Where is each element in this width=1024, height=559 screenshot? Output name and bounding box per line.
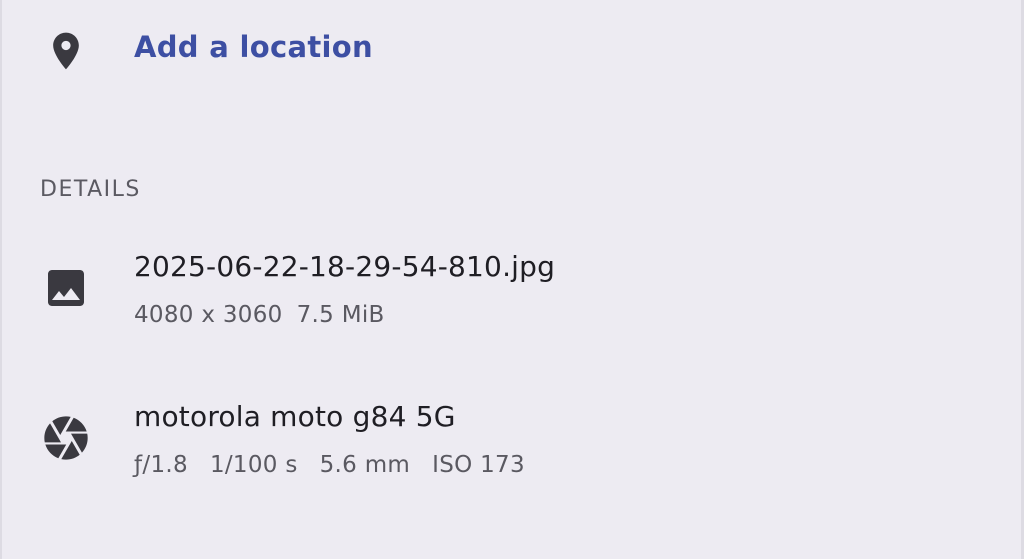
location-pin-icon [44, 26, 88, 76]
details-section-header: DETAILS [40, 177, 141, 202]
add-location-row[interactable]: Add a location [0, 0, 1024, 100]
add-location-link[interactable]: Add a location [134, 30, 373, 64]
file-size: 7.5 MiB [296, 302, 385, 328]
file-name: 2025-06-22-18-29-54-810.jpg [134, 250, 556, 283]
camera-model: motorola moto g84 5G [134, 400, 456, 433]
aperture-value: ƒ/1.8 [134, 452, 188, 478]
camera-exif: ƒ/1.8 1/100 s 5.6 mm ISO 173 [134, 452, 547, 478]
file-resolution: 4080 x 3060 [134, 302, 283, 328]
iso-value: ISO 173 [432, 452, 525, 478]
camera-details-row: motorola moto g84 5G ƒ/1.8 1/100 s 5.6 mm I… [0, 390, 1024, 510]
file-details-row: 2025-06-22-18-29-54-810.jpg 4080 x 3060 7… [0, 240, 1024, 360]
focal-length-value: 5.6 mm [319, 452, 411, 478]
image-icon [42, 264, 90, 312]
shutter-value: 1/100 s [209, 452, 298, 478]
camera-aperture-icon [40, 412, 92, 464]
file-meta: 4080 x 3060 7.5 MiB [134, 302, 407, 328]
